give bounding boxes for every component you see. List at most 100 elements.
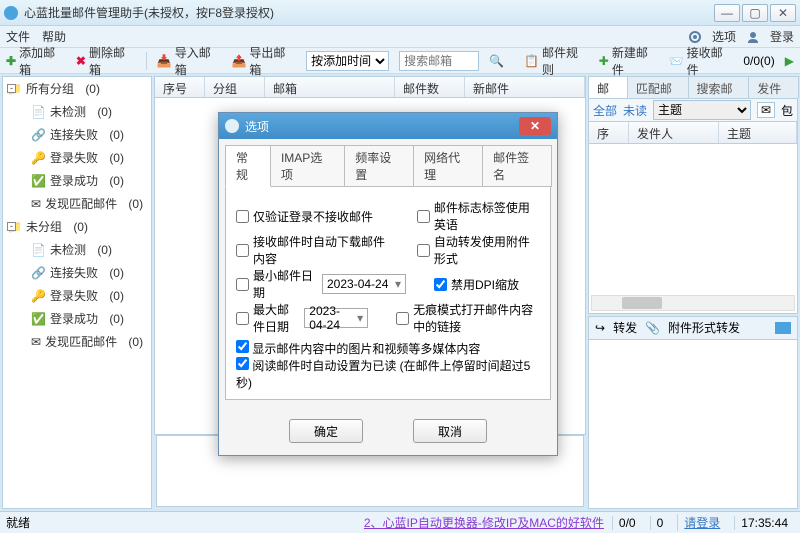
tab-general[interactable]: 常规 xyxy=(225,145,271,187)
menu-login[interactable]: 登录 xyxy=(770,28,794,45)
col-mailbox[interactable]: 邮箱 xyxy=(265,77,395,97)
forward-label[interactable]: 转发 xyxy=(613,319,637,336)
gear-icon[interactable] xyxy=(688,30,702,44)
tree-item[interactable]: ✅登录成功 (0) xyxy=(3,169,151,192)
col-sender[interactable]: 发件人 xyxy=(629,122,719,143)
forward-attach-label[interactable]: 附件形式转发 xyxy=(668,319,740,336)
checkbox[interactable] xyxy=(236,312,249,325)
tree-root-all[interactable]: - 📁 所有分组 (0) xyxy=(3,77,151,100)
collapse-icon[interactable]: - xyxy=(7,222,16,231)
tab-search[interactable]: 搜索邮件 xyxy=(688,76,750,98)
status-icon: 🔗 xyxy=(31,266,46,280)
tab-match[interactable]: 匹配邮件 xyxy=(627,76,689,98)
checkbox[interactable] xyxy=(236,278,249,291)
opt-auto-download[interactable]: 接收邮件时自动下载邮件内容 xyxy=(236,233,389,267)
status-icon: 📄 xyxy=(31,243,46,257)
opt-disable-dpi[interactable]: 禁用DPI缩放 xyxy=(434,267,519,301)
dialog-titlebar[interactable]: 选项 ✕ xyxy=(219,113,557,139)
scrollbar-thumb[interactable] xyxy=(622,297,662,309)
max-date-input[interactable]: 2023-04-24▾ xyxy=(304,308,368,328)
checkbox[interactable] xyxy=(236,244,249,257)
opt-flag-english[interactable]: 邮件标志标签使用英语 xyxy=(417,199,540,233)
tree-item[interactable]: ✉发现匹配邮件 (0) xyxy=(3,330,151,353)
calendar-icon[interactable]: ▾ xyxy=(395,277,401,291)
col-count[interactable]: 邮件数 xyxy=(395,77,465,97)
checkbox[interactable] xyxy=(236,357,249,370)
close-button[interactable]: ✕ xyxy=(770,4,796,22)
filter-unread[interactable]: 未读 xyxy=(623,102,647,119)
menu-file[interactable]: 文件 xyxy=(6,28,30,45)
checkbox[interactable] xyxy=(417,244,430,257)
tab-freq[interactable]: 频率设置 xyxy=(344,145,414,187)
tree-item[interactable]: ✉发现匹配邮件 (0) xyxy=(3,192,151,215)
tree-item[interactable]: 🔗连接失败 (0) xyxy=(3,123,151,146)
tree-item[interactable]: 🔑登录失败 (0) xyxy=(3,146,151,169)
tab-mail[interactable]: 邮件 xyxy=(588,76,628,98)
checkbox[interactable] xyxy=(236,210,249,223)
tree-item[interactable]: 🔑登录失败 (0) xyxy=(3,284,151,307)
collapse-icon[interactable]: - xyxy=(7,84,16,93)
min-date-input[interactable]: 2023-04-24▾ xyxy=(322,274,406,294)
envelope-icon[interactable]: ✉ xyxy=(757,102,775,118)
checkbox[interactable] xyxy=(236,340,249,353)
sort-select[interactable]: 按添加时间 xyxy=(306,51,389,71)
status-login-link[interactable]: 请登录 xyxy=(677,514,726,531)
tree-item[interactable]: ✅登录成功 (0) xyxy=(3,307,151,330)
scrollbar-horizontal[interactable] xyxy=(591,295,795,311)
tab-imap[interactable]: IMAP选项 xyxy=(270,145,345,187)
search-icon[interactable]: 🔍 xyxy=(489,54,504,68)
filter-all[interactable]: 全部 xyxy=(593,102,617,119)
menu-help[interactable]: 帮助 xyxy=(42,28,66,45)
window-titlebar: 心蓝批量邮件管理助手(未授权，按F8登录授权) — ▢ ✕ xyxy=(0,0,800,26)
opt-verify-only[interactable]: 仅验证登录不接收邮件 xyxy=(236,199,389,233)
tree-item[interactable]: 🔗连接失败 (0) xyxy=(3,261,151,284)
ok-button[interactable]: 确定 xyxy=(289,419,363,443)
status-icon: ✅ xyxy=(31,174,46,188)
mail-rules-button[interactable]: 📋邮件规则 xyxy=(524,44,589,78)
maximize-button[interactable]: ▢ xyxy=(742,4,768,22)
mailbox-list-header: 序号 分组 邮箱 邮件数 新邮件 xyxy=(154,76,586,98)
play-icon[interactable]: ▶ xyxy=(785,54,794,68)
import-mailbox-button[interactable]: 📥导入邮箱 xyxy=(157,44,222,78)
add-mailbox-button[interactable]: ✚添加邮箱 xyxy=(6,44,66,78)
tab-sent[interactable]: 发件箱 xyxy=(748,76,799,98)
col-group[interactable]: 分组 xyxy=(205,77,265,97)
dialog-body: 仅验证登录不接收邮件 邮件标志标签使用英语 接收邮件时自动下载邮件内容 自动转发… xyxy=(225,186,551,400)
delete-mailbox-button[interactable]: ✖删除邮箱 xyxy=(76,44,136,78)
checkbox[interactable] xyxy=(434,278,447,291)
col-subject[interactable]: 主题 xyxy=(719,122,797,143)
export-mailbox-button[interactable]: 📤导出邮箱 xyxy=(231,44,296,78)
dialog-close-button[interactable]: ✕ xyxy=(519,117,551,135)
checkbox[interactable] xyxy=(396,312,409,325)
col-seq[interactable]: 序号 xyxy=(155,77,205,97)
export-icon: 📤 xyxy=(231,54,246,68)
import-icon: 📥 xyxy=(157,54,172,68)
col-seq[interactable]: 序号 xyxy=(589,122,629,143)
minimize-button[interactable]: — xyxy=(714,4,740,22)
calendar-icon[interactable]: ▾ xyxy=(357,311,363,325)
menu-options[interactable]: 选项 xyxy=(712,28,736,45)
col-newmail[interactable]: 新邮件 xyxy=(465,77,585,97)
user-icon[interactable] xyxy=(746,30,760,44)
opt-traceless[interactable]: 无痕模式打开邮件内容中的链接 xyxy=(396,301,540,335)
preview-pane[interactable] xyxy=(588,340,798,510)
tab-proxy[interactable]: 网络代理 xyxy=(413,145,483,187)
tree-root-ungrouped[interactable]: - 📁 未分组 (0) xyxy=(3,215,151,238)
checkbox[interactable] xyxy=(417,210,430,223)
opt-mark-read[interactable]: 阅读邮件时自动设置为已读 (在邮件上停留时间超过5秒) xyxy=(236,357,540,391)
tree-item[interactable]: 📄未检测 (0) xyxy=(3,100,151,123)
new-mail-button[interactable]: ✚新建邮件 xyxy=(599,44,659,78)
cancel-button[interactable]: 取消 xyxy=(413,419,487,443)
receive-mail-button[interactable]: 📨接收邮件 xyxy=(669,44,734,78)
mail-list-body[interactable] xyxy=(588,144,798,314)
filter-subject-select[interactable]: 主题 xyxy=(653,100,751,120)
tree-item[interactable]: 📄未检测 (0) xyxy=(3,238,151,261)
ad-link[interactable]: 2、心蓝IP自动更换器-修改IP及MAC的好软件 xyxy=(364,514,604,531)
search-input[interactable] xyxy=(399,51,479,71)
window-buttons: — ▢ ✕ xyxy=(714,4,796,22)
forward-icon: ↪ xyxy=(595,321,605,335)
opt-auto-attach[interactable]: 自动转发使用附件形式 xyxy=(417,233,540,267)
status-icon: 🔑 xyxy=(31,289,46,303)
tab-signature[interactable]: 邮件签名 xyxy=(482,145,552,187)
opt-show-media[interactable]: 显示邮件内容中的图片和视频等多媒体内容 xyxy=(236,340,480,357)
